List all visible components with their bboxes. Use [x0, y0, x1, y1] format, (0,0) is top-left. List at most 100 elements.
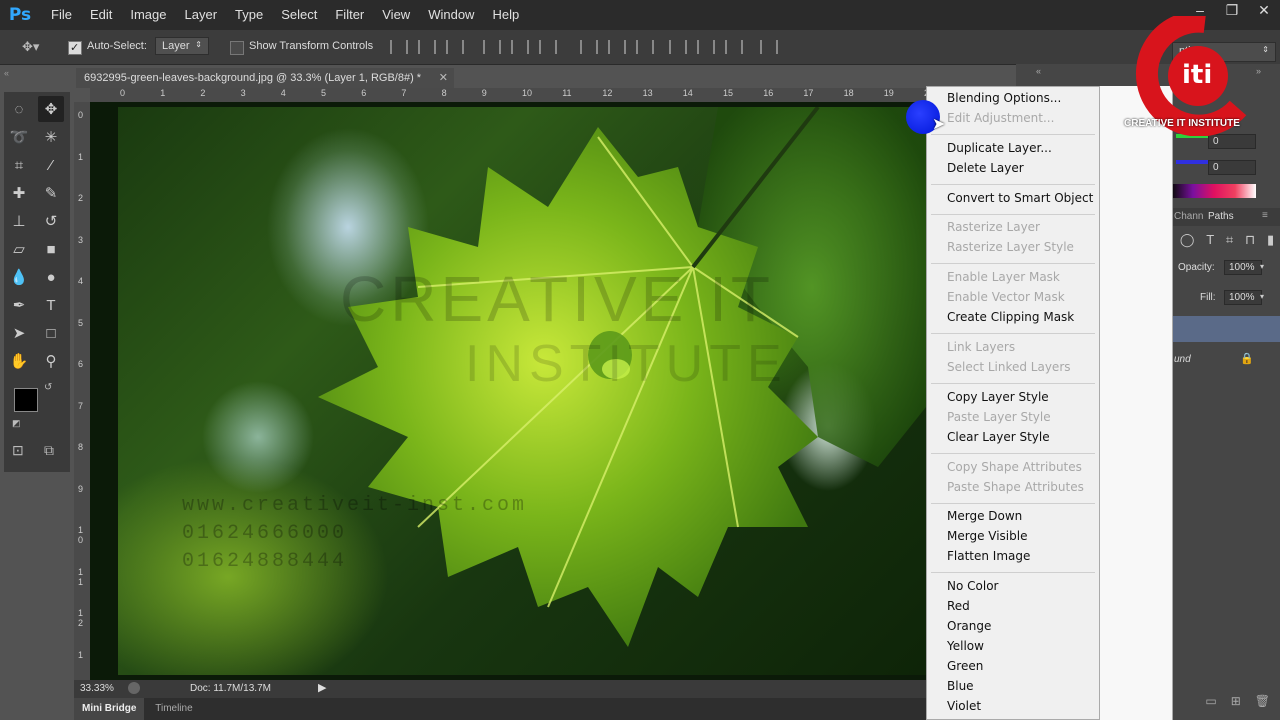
crop-tool-icon[interactable]: ⌗	[6, 152, 32, 178]
marquee-tool-icon[interactable]: ◌	[6, 96, 32, 122]
menu-window[interactable]: Window	[419, 0, 483, 30]
status-menu-arrow-icon[interactable]: ▶	[318, 681, 326, 694]
document-tab[interactable]: 6932995-green-leaves-background.jpg @ 33…	[76, 68, 454, 88]
foreground-color-swatch[interactable]	[14, 388, 38, 412]
opacity-dropdown-icon[interactable]: ▾	[1260, 262, 1264, 271]
tab-timeline[interactable]: Timeline	[147, 698, 200, 720]
menu-item-red[interactable]: Red	[947, 599, 970, 613]
default-colors-icon[interactable]: ◩	[12, 418, 21, 429]
distribute-bottom-icon[interactable]	[636, 40, 654, 54]
menu-item-merge-down[interactable]: Merge Down	[947, 509, 1022, 523]
filter-type-icon[interactable]: T	[1206, 232, 1214, 248]
color-ramp[interactable]	[1172, 184, 1256, 198]
auto-align-icon[interactable]	[760, 40, 778, 54]
trash-icon[interactable]: 🗑	[1255, 694, 1270, 716]
dodge-tool-icon[interactable]: ●	[38, 264, 64, 290]
distribute-hcenter-icon[interactable]	[697, 40, 715, 54]
menu-item-yellow[interactable]: Yellow	[947, 639, 984, 653]
transform-controls-checkbox[interactable]	[230, 40, 244, 55]
menu-layer[interactable]: Layer	[176, 0, 227, 30]
layer-row-background[interactable]: und 🔒	[1172, 348, 1280, 374]
canvas[interactable]: CREATIVE IT INSTITUTE www.creativeit-ins…	[90, 102, 926, 682]
menu-image[interactable]: Image	[121, 0, 175, 30]
quick-mask-icon[interactable]: ⊡	[12, 442, 24, 459]
tab-mini-bridge[interactable]: Mini Bridge	[74, 698, 145, 720]
move-tool-icon[interactable]: ✥	[38, 96, 64, 122]
menu-edit[interactable]: Edit	[81, 0, 121, 30]
filter-shape-icon[interactable]: ⌗	[1226, 232, 1233, 248]
menu-item-orange[interactable]: Orange	[947, 619, 991, 633]
new-group-icon[interactable]: ▭	[1205, 694, 1216, 716]
menu-filter[interactable]: Filter	[326, 0, 373, 30]
menu-item-blending-options[interactable]: Blending Options...	[947, 91, 1061, 105]
move-tool-preset-icon[interactable]: ✥▾	[22, 39, 39, 55]
menu-item-no-color[interactable]: No Color	[947, 579, 998, 593]
auto-select-dropdown[interactable]: Layer ⇕	[155, 37, 209, 55]
menu-select[interactable]: Select	[272, 0, 326, 30]
toolbox-collapse-icon[interactable]: «	[4, 68, 9, 78]
auto-select-checkbox[interactable]	[68, 40, 82, 55]
menu-item-merge-visible[interactable]: Merge Visible	[947, 529, 1027, 543]
swap-colors-icon[interactable]: ↺	[44, 382, 52, 393]
menu-item-convert-to-smart-object[interactable]: Convert to Smart Object	[947, 191, 1093, 205]
ruler-v-label: 1	[78, 649, 84, 660]
menu-help[interactable]: Help	[483, 0, 528, 30]
filter-pixel-icon[interactable]: ◯	[1180, 232, 1195, 248]
align-hcenter-icon[interactable]	[511, 40, 529, 54]
gradient-tool-icon[interactable]: ■	[38, 236, 64, 262]
close-tab-icon[interactable]: ✕	[439, 68, 448, 88]
menu-type[interactable]: Type	[226, 0, 272, 30]
zoom-level[interactable]: 33.33%	[80, 683, 114, 694]
align-left-icon[interactable]	[483, 40, 501, 54]
align-right-icon[interactable]	[539, 40, 557, 54]
hand-tool-icon[interactable]: ✋	[6, 348, 32, 374]
menu-view[interactable]: View	[373, 0, 419, 30]
clone-stamp-icon[interactable]: ⊥	[6, 208, 32, 234]
eraser-icon[interactable]: ▱	[6, 236, 32, 262]
panel-collapse-icon[interactable]: «	[1036, 66, 1041, 76]
blur-tool-icon[interactable]: 💧	[6, 264, 32, 290]
history-brush-icon[interactable]: ↺	[38, 208, 64, 234]
align-bottom-icon[interactable]	[446, 40, 464, 54]
layer-row-selected[interactable]	[1172, 316, 1280, 342]
fill-field[interactable]: 100%	[1224, 290, 1262, 305]
opacity-field[interactable]: 100%	[1224, 260, 1262, 275]
eyedropper-icon[interactable]: ⁄	[38, 152, 64, 178]
distribute-top-icon[interactable]	[580, 40, 598, 54]
new-layer-icon[interactable]: ⊞	[1231, 694, 1241, 716]
distribute-vcenter-icon[interactable]	[608, 40, 626, 54]
lasso-tool-icon[interactable]: ➰	[6, 124, 32, 150]
path-select-icon[interactable]: ➤	[6, 320, 32, 346]
align-top-icon[interactable]	[390, 40, 408, 54]
menu-item-flatten-image[interactable]: Flatten Image	[947, 549, 1030, 563]
green-value-field[interactable]: 0	[1208, 134, 1256, 149]
healing-brush-icon[interactable]: ✚	[6, 180, 32, 206]
rectangle-tool-icon[interactable]: □	[38, 320, 64, 346]
screen-mode-icon[interactable]: ⧉	[44, 442, 54, 459]
tab-channels[interactable]: Chann	[1174, 211, 1203, 222]
filter-toggle-icon[interactable]: ▮	[1267, 232, 1274, 248]
status-info-icon[interactable]	[128, 682, 140, 694]
zoom-tool-icon[interactable]: ⚲	[38, 348, 64, 374]
pen-tool-icon[interactable]: ✒	[6, 292, 32, 318]
menu-item-delete-layer[interactable]: Delete Layer	[947, 161, 1024, 175]
menu-item-create-clipping-mask[interactable]: Create Clipping Mask	[947, 310, 1074, 324]
align-vcenter-icon[interactable]	[418, 40, 436, 54]
panel-menu-icon[interactable]: ≡	[1262, 210, 1268, 221]
menu-item-blue[interactable]: Blue	[947, 679, 974, 693]
menu-item-clear-layer-style[interactable]: Clear Layer Style	[947, 430, 1050, 444]
type-tool-icon[interactable]: T	[38, 292, 64, 318]
blue-value-field[interactable]: 0	[1208, 160, 1256, 175]
menu-item-duplicate-layer[interactable]: Duplicate Layer...	[947, 141, 1052, 155]
brush-tool-icon[interactable]: ✎	[38, 180, 64, 206]
menu-item-copy-layer-style[interactable]: Copy Layer Style	[947, 390, 1049, 404]
menu-item-green[interactable]: Green	[947, 659, 983, 673]
magic-wand-icon[interactable]: ✳	[38, 124, 64, 150]
menu-item-violet[interactable]: Violet	[947, 699, 981, 713]
distribute-right-icon[interactable]	[725, 40, 743, 54]
fill-dropdown-icon[interactable]: ▾	[1260, 292, 1264, 301]
tab-paths[interactable]: Paths	[1208, 211, 1234, 222]
distribute-left-icon[interactable]	[669, 40, 687, 54]
filter-smart-icon[interactable]: ⊓	[1245, 232, 1255, 248]
menu-file[interactable]: File	[42, 0, 81, 30]
